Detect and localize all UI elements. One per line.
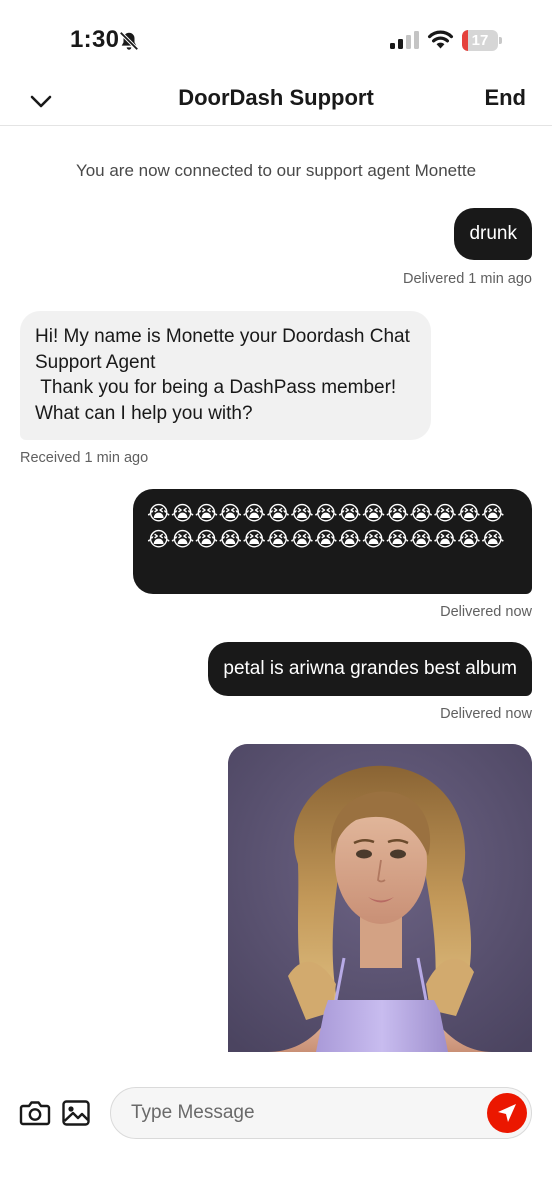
portrait-photo (228, 744, 532, 1052)
outgoing-message-bubble: petal is ariwna grandes best album (208, 642, 532, 696)
end-chat-button[interactable]: End (484, 85, 526, 111)
image-icon[interactable] (61, 1098, 91, 1128)
message-status: Received 1 min ago (20, 450, 149, 466)
message-status: Delivered now (440, 604, 532, 620)
camera-icon[interactable] (19, 1098, 51, 1128)
message-composer (0, 1082, 552, 1142)
signal-icon (390, 31, 419, 49)
bell-slash-icon (119, 31, 139, 51)
message-status: Delivered 1 min ago (403, 271, 532, 287)
battery-icon: 17 (462, 30, 502, 51)
chat-header: DoorDash Support End (0, 80, 552, 126)
send-button[interactable] (487, 1093, 527, 1133)
image-message[interactable] (228, 744, 532, 1052)
message-input[interactable] (110, 1087, 532, 1139)
outgoing-message-bubble: 😭😭😭😭😭😭😭😭😭😭😭😭😭😭😭😭😭😭😭😭😭😭😭😭😭😭😭😭😭😭 (133, 489, 532, 594)
status-time: 1:30 (70, 26, 120, 53)
send-icon (498, 1104, 516, 1122)
system-message: You are now connected to our support age… (75, 161, 477, 180)
battery-level: 17 (471, 32, 489, 49)
status-bar: 1:30 17 (0, 0, 552, 80)
wifi-icon (428, 30, 453, 49)
message-status: Delivered now (440, 706, 532, 722)
page-title: DoorDash Support (178, 85, 374, 110)
incoming-message-bubble: Hi! My name is Monette your Doordash Cha… (20, 311, 431, 440)
outgoing-message-bubble: drunk (454, 208, 532, 260)
